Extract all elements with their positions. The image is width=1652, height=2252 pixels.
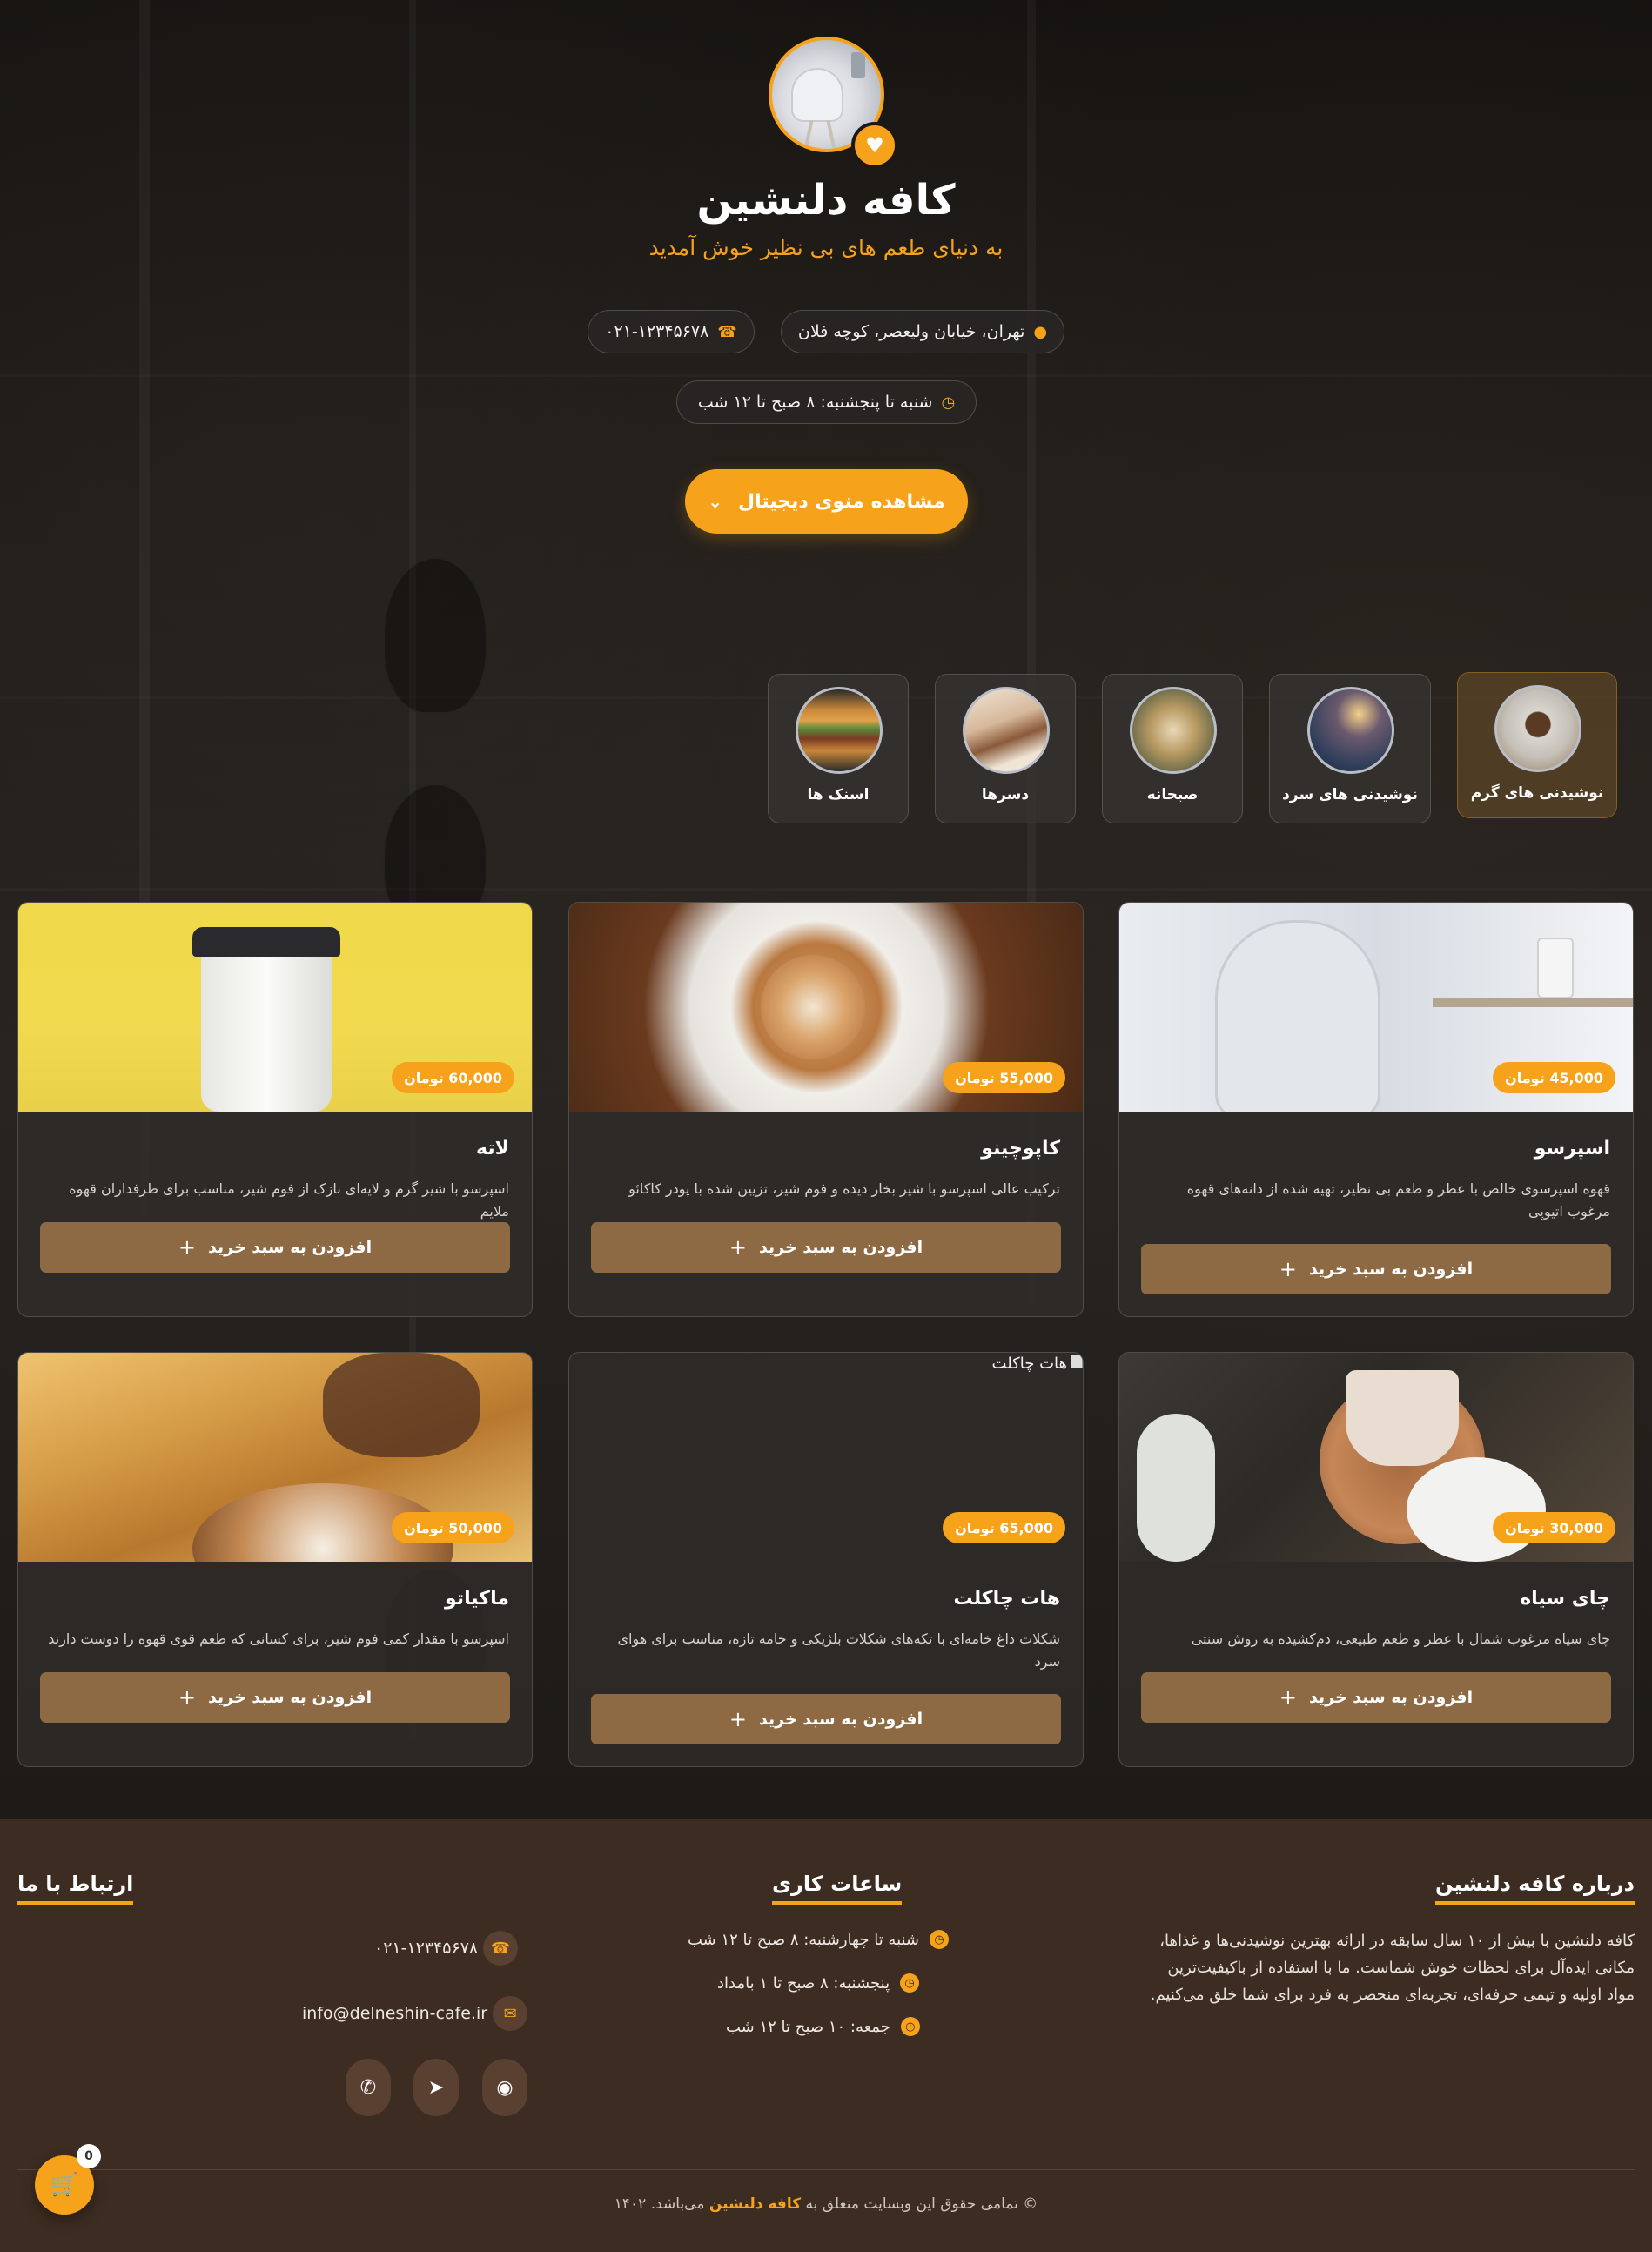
product-description: شکلات داغ خامه‌ای با تکه‌های شکلات بلژیک… xyxy=(617,1630,1060,1670)
category-label: نوشیدنی های گرم xyxy=(1470,784,1604,802)
clock-icon: ◷ xyxy=(930,1930,950,1949)
footer-email[interactable]: info@delneshin-cafe.ir ✉ xyxy=(302,1996,528,2031)
plus-icon: + xyxy=(1279,1685,1298,1710)
phone-text: ۰۲۱-۱۲۳۴۵۶۷۸ xyxy=(605,322,709,341)
plus-icon: + xyxy=(729,1707,748,1731)
price-badge: 50,000 تومان xyxy=(392,1512,514,1543)
product-name: اسپرسو xyxy=(1534,1138,1610,1160)
add-to-cart-button[interactable]: افزودن به سبد خرید + xyxy=(40,1672,510,1723)
product-description: چای سیاه مرغوب شمال با عطر و طعم طبیعی، … xyxy=(1191,1630,1610,1647)
price-badge: 30,000 تومان xyxy=(1493,1512,1615,1543)
address-pill: ● تهران، خیابان ولیعصر، کوچه فلان xyxy=(781,310,1064,353)
footer-hours-row: ◷ شنبه تا چهارشنبه: ۸ صبح تا ۱۲ شب xyxy=(688,1930,950,1949)
broken-image-alt-text: هات چاکلت xyxy=(991,1355,1067,1373)
phone-icon: ☎ xyxy=(717,322,737,341)
add-to-cart-button[interactable]: افزودن به سبد خرید + xyxy=(591,1694,1061,1744)
footer-about-text: کافه دلنشین با بیش از ۱۰ سال سابقه در ار… xyxy=(1150,1932,1635,2004)
footer-hours-title: ساعات کاری xyxy=(772,1872,903,1905)
product-name: چای سیاه xyxy=(1520,1588,1610,1610)
category-desserts[interactable]: دسرها xyxy=(935,674,1076,823)
product-name: کاپوچینو xyxy=(981,1138,1060,1160)
clock-icon: ◷ xyxy=(900,1973,920,1993)
price-badge: 55,000 تومان xyxy=(943,1062,1065,1093)
cold-drinks-image xyxy=(1307,687,1394,774)
address-text: تهران، خیابان ولیعصر، کوچه فلان xyxy=(797,322,1025,341)
add-to-cart-button[interactable]: افزودن به سبد خرید + xyxy=(591,1222,1061,1273)
add-to-cart-button[interactable]: افزودن به سبد خرید + xyxy=(1141,1244,1611,1294)
product-description: اسپرسو با شیر گرم و لایه‌ای نازک از فوم … xyxy=(69,1180,509,1220)
add-to-cart-label: افزودن به سبد خرید xyxy=(1309,1688,1474,1707)
add-to-cart-label: افزودن به سبد خرید xyxy=(1309,1260,1474,1279)
shopping-cart-icon: 🛒 xyxy=(50,2172,79,2198)
product-name: هات چاکلت xyxy=(953,1588,1060,1610)
plus-icon: + xyxy=(729,1235,748,1260)
product-card-espresso: 45,000 تومان اسپرسو قهوه اسپرسوی خالص با… xyxy=(1118,902,1634,1317)
desserts-image xyxy=(963,687,1050,774)
product-card-macchiato: 50,000 تومان ماکیاتو اسپرسو با مقدار کمی… xyxy=(17,1352,533,1767)
view-digital-menu-button[interactable]: مشاهده منوی دیجیتال ⌄ xyxy=(685,469,968,534)
location-pin-icon: ● xyxy=(1033,322,1048,341)
product-card-cappuccino: 55,000 تومان کاپوچینو ترکیب عالی اسپرسو … xyxy=(568,902,1084,1317)
add-to-cart-button[interactable]: افزودن به سبد خرید + xyxy=(1141,1672,1611,1723)
menu-button-label: مشاهده منوی دیجیتال xyxy=(737,490,945,513)
product-description: قهوه اسپرسوی خالص با عطر و طعم بی نظیر، … xyxy=(1186,1180,1610,1220)
phone-pill[interactable]: ☎ ۰۲۱-۱۲۳۴۵۶۷۸ xyxy=(588,310,755,353)
price-badge: 65,000 تومان xyxy=(943,1512,1065,1543)
category-label: دسرها xyxy=(981,786,1030,803)
copyright: © تمامی حقوق این وبسایت متعلق به کافه دل… xyxy=(614,2195,1038,2213)
product-name: ماکیاتو xyxy=(445,1588,509,1610)
cart-count-badge: 0 xyxy=(77,2144,101,2168)
product-card-hot-chocolate: هات چاکلت 65,000 تومان هات چاکلت شکلات د… xyxy=(568,1352,1084,1767)
footer-hours-row: ◷ جمعه: ۱۰ صبح تا ۱۲ شب xyxy=(726,2017,920,2036)
breakfast-image xyxy=(1130,687,1217,774)
footer-hours-row: ◷ پنجشنبه: ۸ صبح تا ۱ بامداد xyxy=(717,1973,920,1993)
product-description: ترکیب عالی اسپرسو با شیر بخار دیده و فوم… xyxy=(628,1180,1060,1197)
product-card-black-tea: 30,000 تومان چای سیاه چای سیاه مرغوب شما… xyxy=(1118,1352,1634,1767)
category-breakfast[interactable]: صبحانه xyxy=(1102,674,1243,823)
snacks-image xyxy=(796,687,883,774)
hours-text: شنبه تا پنجشنبه: ۸ صبح تا ۱۲ شب xyxy=(697,393,933,412)
clock-icon: ◷ xyxy=(941,393,956,412)
add-to-cart-button[interactable]: افزودن به سبد خرید + xyxy=(40,1222,510,1273)
footer-phone[interactable]: ۰۲۱-۱۲۳۴۵۶۷۸ ☎ xyxy=(374,1931,519,1966)
footer-about-title: درباره کافه دلنشین xyxy=(1434,1872,1635,1905)
phone-icon: ☎ xyxy=(483,1931,519,1966)
price-badge: 60,000 تومان xyxy=(392,1062,514,1093)
telegram-icon[interactable]: ➤ xyxy=(413,2059,459,2116)
footer-divider xyxy=(17,2169,1635,2170)
envelope-icon: ✉ xyxy=(493,1996,528,2031)
footer-contact-title: ارتباط با ما xyxy=(17,1872,134,1905)
hours-pill: ◷ شنبه تا پنجشنبه: ۸ صبح تا ۱۲ شب xyxy=(676,380,977,424)
category-label: صبحانه xyxy=(1146,786,1199,803)
chevron-down-icon: ⌄ xyxy=(708,491,722,512)
cafe-title: کافه دلنشین xyxy=(696,176,956,225)
plus-icon: + xyxy=(178,1235,197,1260)
add-to-cart-label: افزودن به سبد خرید xyxy=(759,1238,923,1257)
category-cold-drinks[interactable]: نوشیدنی های سرد xyxy=(1269,674,1431,823)
heart-icon: ♥ xyxy=(851,122,898,169)
cafe-subtitle: به دنیای طعم های بی نظیر خوش آمدید xyxy=(648,235,1004,260)
clock-icon: ◷ xyxy=(900,2017,920,2036)
broken-image-icon xyxy=(1071,1355,1083,1368)
add-to-cart-label: افزودن به سبد خرید xyxy=(208,1688,373,1707)
plus-icon: + xyxy=(178,1685,197,1710)
plus-icon: + xyxy=(1279,1257,1298,1281)
instagram-icon[interactable]: ◉ xyxy=(482,2059,527,2116)
category-snacks[interactable]: اسنک ها xyxy=(768,674,909,823)
hot-drinks-image xyxy=(1494,685,1581,772)
category-label: نوشیدنی های سرد xyxy=(1282,786,1418,803)
broken-image-alt: هات چاکلت xyxy=(992,1355,1083,1373)
product-description: اسپرسو با مقدار کمی فوم شیر، برای کسانی … xyxy=(48,1630,509,1647)
category-label: اسنک ها xyxy=(807,786,870,803)
whatsapp-icon[interactable]: ✆ xyxy=(346,2059,391,2116)
price-badge: 45,000 تومان xyxy=(1493,1062,1615,1093)
add-to-cart-label: افزودن به سبد خرید xyxy=(759,1710,923,1729)
product-card-latte: 60,000 تومان لاته اسپرسو با شیر گرم و لا… xyxy=(17,902,533,1317)
product-name: لاته xyxy=(476,1138,509,1160)
category-hot-drinks[interactable]: نوشیدنی های گرم xyxy=(1457,672,1617,818)
add-to-cart-label: افزودن به سبد خرید xyxy=(208,1238,373,1257)
